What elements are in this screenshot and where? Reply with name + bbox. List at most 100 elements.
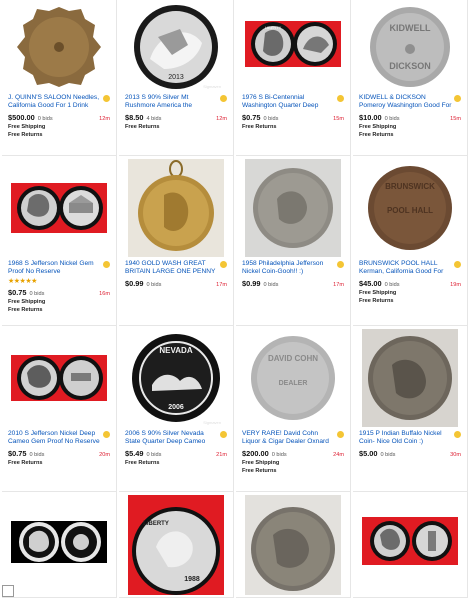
listing-image[interactable] <box>128 159 224 257</box>
listing-image[interactable]: 1988 LIBERTY <box>128 495 224 595</box>
listing-shipping: Free Returns <box>125 124 160 130</box>
listing-title[interactable]: J. QUINN'S SALOON Needles, California Go… <box>8 94 101 110</box>
listing-time-left: 17m <box>333 282 344 288</box>
listing-card[interactable]: DAVID COHN DEALER VERY RARE! David Cohn … <box>236 326 351 492</box>
listing-time-left: 12m <box>216 116 227 122</box>
listing-price: $0.75 <box>8 449 27 458</box>
listing-price: $200.00 <box>242 449 269 458</box>
listing-image[interactable]: DAVID COHN DEALER <box>245 329 341 427</box>
listing-image[interactable] <box>11 495 107 595</box>
listing-time-left: 20m <box>99 452 110 458</box>
listing-image[interactable] <box>11 329 107 427</box>
listing-card[interactable]: 1958 Philadelphia Jefferson Nickel Coin-… <box>236 156 351 326</box>
svg-text:2013: 2013 <box>168 74 184 81</box>
svg-text:LIBERTY: LIBERTY <box>143 521 169 527</box>
listing-time-left: 30m <box>450 452 461 458</box>
svg-text:1988: 1988 <box>184 576 200 583</box>
listing-title[interactable]: 2006 S 90% Silver Nevada State Quarter D… <box>125 430 218 446</box>
listing-title[interactable]: KIDWELL & DICKSON Pomeroy Washington Goo… <box>359 94 452 110</box>
listing-title[interactable]: 1940 GOLD WASH GREAT BRITAIN LARGE ONE P… <box>125 260 218 276</box>
listing-card[interactable]: 1915 P Indian Buffalo Nickel Coin- Nice … <box>353 326 468 492</box>
listing-image[interactable]: NEVADA 2006 Sigmaven <box>128 329 224 427</box>
listing-returns: Free Returns <box>359 298 394 304</box>
lightbulb-icon <box>103 261 110 268</box>
listing-title[interactable]: 2013 S 90% Silver Mt Rushmore America th… <box>125 94 218 110</box>
listing-bids: 0 bids <box>29 291 45 297</box>
svg-text:BRUNSWICK: BRUNSWICK <box>385 182 435 191</box>
lightbulb-icon <box>454 261 461 268</box>
lightbulb-icon <box>103 95 110 102</box>
listing-shipping: Free Shipping <box>8 299 46 305</box>
listing-price: $0.75 <box>242 113 261 122</box>
listing-price: $10.00 <box>359 113 382 122</box>
listing-price: $5.00 <box>359 449 378 458</box>
listing-price: $0.75 <box>8 288 27 297</box>
listing-card[interactable]: LIBERTY 1976 S Bi-Centennial Washington … <box>236 0 351 156</box>
listing-title[interactable]: 2010 S Jefferson Nickel Deep Cameo Gem P… <box>8 430 101 446</box>
listing-card[interactable]: KIDWELL DICKSON KIDWELL & DICKSON Pomero… <box>353 0 468 156</box>
listing-card[interactable]: J. QUINN'S SALOON Needles, California Go… <box>2 0 117 156</box>
listing-title[interactable]: 1968 S Jefferson Nickel Gem Proof No Res… <box>8 260 101 276</box>
listing-image[interactable]: LIBERTY <box>245 3 341 91</box>
listing-card[interactable]: 1940 GOLD WASH GREAT BRITAIN LARGE ONE P… <box>119 156 234 326</box>
listing-shipping: Free Returns <box>125 460 160 466</box>
lightbulb-icon <box>454 431 461 438</box>
listing-time-left: 24m <box>333 452 344 458</box>
listing-time-left: 12m <box>99 116 110 122</box>
listing-image[interactable]: BRUNSWICK POOL HALL <box>362 159 458 257</box>
svg-text:DAVID COHN: DAVID COHN <box>268 354 318 363</box>
listing-title[interactable]: 1915 P Indian Buffalo Nickel Coin- Nice … <box>359 430 452 446</box>
listing-title[interactable]: 1976 S Bi-Centennial Washington Quarter … <box>242 94 335 110</box>
listing-returns: Free Returns <box>242 468 277 474</box>
listing-time-left: 21m <box>216 452 227 458</box>
scroll-corner-icon <box>2 585 14 597</box>
listing-card[interactable] <box>2 492 117 598</box>
lightbulb-icon <box>220 95 227 102</box>
listing-card[interactable] <box>236 492 351 598</box>
listing-returns: Free Returns <box>359 132 394 138</box>
listing-shipping: Free Shipping <box>8 124 46 130</box>
listing-card[interactable]: BRUNSWICK POOL HALL BRUNSWICK POOL HALL … <box>353 156 468 326</box>
listing-card[interactable] <box>353 492 468 598</box>
lightbulb-icon <box>220 431 227 438</box>
lightbulb-icon <box>220 261 227 268</box>
listing-bids: 0 bids <box>263 116 279 122</box>
listing-image[interactable]: 2013 Sigmaven <box>128 3 224 91</box>
listing-card[interactable]: 1988 LIBERTY <box>119 492 234 598</box>
listing-shipping: Free Shipping <box>242 460 280 466</box>
listing-title[interactable]: BRUNSWICK POOL HALL Kerman, California G… <box>359 260 452 276</box>
listing-card[interactable]: 2013 Sigmaven 2013 S 90% Silver Mt Rushm… <box>119 0 234 156</box>
listing-image[interactable] <box>11 3 107 91</box>
listing-bids: 0 bids <box>384 282 400 288</box>
watermark: Sigmaven <box>203 420 221 425</box>
lightbulb-icon <box>337 261 344 268</box>
listing-image[interactable] <box>245 159 341 257</box>
listing-card[interactable]: 1968 S Jefferson Nickel Gem Proof No Res… <box>2 156 117 326</box>
lightbulb-icon <box>337 431 344 438</box>
listing-time-left: 16m <box>99 291 110 297</box>
listing-image[interactable] <box>245 495 341 595</box>
listing-time-left: 15m <box>450 116 461 122</box>
svg-text:POOL HALL: POOL HALL <box>387 206 433 215</box>
lightbulb-icon <box>103 431 110 438</box>
listing-image[interactable] <box>362 495 458 595</box>
listing-shipping: Free Shipping <box>359 124 397 130</box>
listing-returns: Free Returns <box>8 307 43 313</box>
listing-image[interactable]: KIDWELL DICKSON <box>362 3 458 91</box>
listing-time-left: 17m <box>216 282 227 288</box>
listing-image[interactable] <box>11 159 107 257</box>
svg-text:LIBERTY: LIBERTY <box>265 25 282 30</box>
svg-text:NEVADA: NEVADA <box>159 346 192 355</box>
listing-shipping: Free Shipping <box>359 290 397 296</box>
listing-title[interactable]: 1958 Philadelphia Jefferson Nickel Coin-… <box>242 260 335 276</box>
listing-price: $0.99 <box>242 279 261 288</box>
listing-title[interactable]: VERY RARE! David Cohn Liquor & Cigar Dea… <box>242 430 335 446</box>
listing-card[interactable]: 2010 S Jefferson Nickel Deep Cameo Gem P… <box>2 326 117 492</box>
listing-bids: 0 bids <box>29 452 45 458</box>
lightbulb-icon <box>454 95 461 102</box>
svg-text:2006: 2006 <box>168 404 184 411</box>
listing-image[interactable] <box>362 329 458 427</box>
results-grid: J. QUINN'S SALOON Needles, California Go… <box>0 0 474 598</box>
svg-text:KIDWELL: KIDWELL <box>390 23 431 33</box>
listing-card[interactable]: NEVADA 2006 Sigmaven 2006 S 90% Silver N… <box>119 326 234 492</box>
